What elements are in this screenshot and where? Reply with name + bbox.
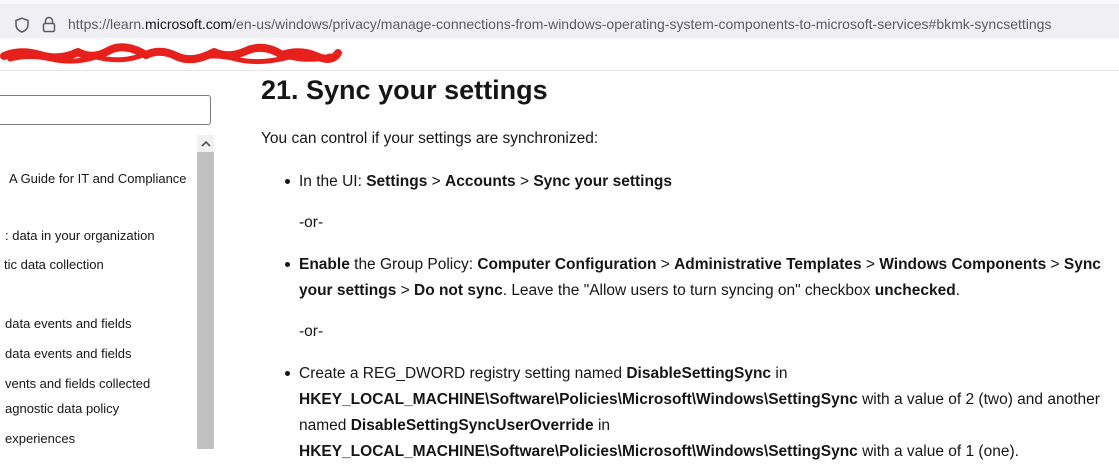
toc-item[interactable]: A Guide for IT and Compliance bbox=[9, 171, 204, 186]
toc-item[interactable]: data events and fields bbox=[5, 316, 200, 331]
address-bar[interactable]: https://learn.microsoft.com/en-us/window… bbox=[0, 4, 1119, 38]
separator: > bbox=[427, 173, 446, 190]
shield-icon[interactable] bbox=[14, 17, 30, 33]
toc-item[interactable]: agnostic data policy bbox=[5, 401, 200, 416]
redaction-scribble bbox=[0, 43, 342, 65]
url-text[interactable]: https://learn.microsoft.com/en-us/window… bbox=[68, 16, 1051, 32]
gp-path: Do not sync bbox=[414, 282, 503, 299]
step-ui: In the UI: Settings > Accounts > Sync yo… bbox=[285, 169, 1109, 195]
gp-text: . bbox=[955, 282, 961, 299]
or-divider: -or- bbox=[299, 214, 324, 231]
url-host: microsoft.com bbox=[145, 16, 233, 32]
bookmarks-bar bbox=[0, 40, 1119, 71]
toc-item[interactable]: tic data collection bbox=[4, 257, 199, 272]
toc-item[interactable]: data events and fields bbox=[5, 346, 200, 361]
toc-item[interactable]: : data in your organization bbox=[5, 228, 200, 243]
or-divider: -or- bbox=[299, 323, 324, 340]
browser-toolbar: https://learn.microsoft.com/en-us/window… bbox=[0, 0, 1119, 40]
gp-text: the Group Policy: bbox=[349, 256, 478, 273]
intro-paragraph: You can control if your settings are syn… bbox=[261, 130, 599, 147]
section-heading: 21. Sync your settings bbox=[261, 75, 548, 105]
gp-text: . Leave the "Allow users to turn syncing… bbox=[502, 282, 875, 299]
gp-unchecked: unchecked bbox=[874, 282, 956, 299]
reg-key-path: HKEY_LOCAL_MACHINE\Software\Policies\Mic… bbox=[299, 443, 858, 460]
reg-key-path: HKEY_LOCAL_MACHINE\Software\Policies\Mic… bbox=[299, 391, 858, 408]
filter-title-input[interactable] bbox=[0, 95, 211, 125]
lock-icon[interactable] bbox=[42, 16, 56, 33]
reg-value-name: DisableSettingSync bbox=[626, 365, 772, 382]
reg-value-name: DisableSettingSyncUserOverride bbox=[350, 417, 594, 434]
ui-settings: Settings bbox=[366, 173, 428, 190]
reg-text: with a value of 1 (one). bbox=[857, 443, 1019, 460]
gp-path: Windows Components bbox=[879, 256, 1047, 273]
ui-prefix: In the UI: bbox=[299, 173, 367, 190]
reg-text: in bbox=[593, 417, 611, 434]
ui-sync-settings: Sync your settings bbox=[533, 173, 673, 190]
separator: > bbox=[396, 282, 414, 299]
reg-text: in bbox=[771, 365, 788, 382]
separator: > bbox=[861, 256, 880, 273]
gp-path: Computer Configuration bbox=[477, 256, 657, 273]
gp-enable: Enable bbox=[299, 256, 350, 273]
reg-text: Create a REG_DWORD registry setting name… bbox=[299, 365, 627, 382]
separator: > bbox=[1046, 256, 1064, 273]
scroll-up-arrow-icon[interactable] bbox=[197, 135, 214, 152]
toc-sidebar: A Guide for IT and Compliance : data in … bbox=[0, 71, 222, 449]
url-path: /en-us/windows/privacy/manage-connection… bbox=[232, 16, 1052, 32]
separator: > bbox=[656, 256, 675, 273]
step-group-policy: Enable the Group Policy: Computer Config… bbox=[285, 252, 1109, 304]
step-registry: Create a REG_DWORD registry setting name… bbox=[285, 361, 1109, 465]
toc-item[interactable]: vents and fields collected bbox=[5, 376, 200, 391]
toc-item[interactable]: experiences bbox=[5, 431, 200, 446]
ui-accounts: Accounts bbox=[445, 173, 516, 190]
separator: > bbox=[515, 173, 534, 190]
gp-path: Administrative Templates bbox=[674, 256, 862, 273]
url-prefix: https://learn. bbox=[68, 16, 146, 32]
